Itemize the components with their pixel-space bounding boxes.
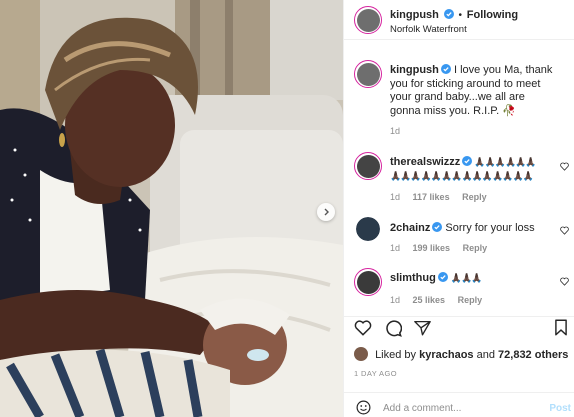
verified-badge-icon	[440, 64, 451, 74]
commenter-avatar[interactable]	[354, 268, 382, 296]
verified-badge-icon	[437, 272, 448, 282]
paper-plane-icon[interactable]	[414, 320, 431, 336]
comment-likes[interactable]: 199 likes	[413, 243, 451, 253]
following-button[interactable]: Following	[467, 9, 518, 21]
verified-badge-icon	[432, 222, 443, 232]
author-avatar[interactable]	[354, 6, 382, 34]
comment-item: 2chainz Sorry for your loss 1d 199 likes…	[344, 215, 574, 260]
comment-like-icon[interactable]	[560, 226, 569, 235]
commenter-avatar[interactable]	[356, 217, 380, 241]
reply-button[interactable]: Reply	[462, 192, 487, 202]
post-actions	[344, 316, 574, 338]
likes-connector: and	[476, 349, 495, 361]
reply-button[interactable]: Reply	[458, 295, 483, 305]
liker-avatar[interactable]	[354, 347, 368, 361]
chevron-right-icon	[324, 208, 329, 216]
comment-age: 1d	[390, 295, 401, 305]
heart-icon[interactable]	[354, 320, 372, 336]
liker-username[interactable]: kyrachaos	[419, 349, 473, 361]
post-photo[interactable]	[0, 0, 343, 417]
caption-emoji: 🥀	[502, 104, 517, 117]
commenter-username[interactable]: therealswizzz	[390, 156, 460, 168]
verified-badge-icon	[443, 9, 454, 19]
bookmark-icon[interactable]	[554, 319, 568, 336]
author-username[interactable]: kingpush	[390, 9, 439, 21]
likes-summary: Liked by kyrachaos and 72,832 others	[354, 347, 568, 361]
comment-text: 🙏🏿🙏🏿🙏🏿	[450, 273, 483, 283]
comment-item: therealswizzz 🙏🏿🙏🏿🙏🏿🙏🏿🙏🏿🙏🏿🙏🏿🙏🏿🙏🏿🙏🏿🙏🏿🙏🏿🙏🏿…	[344, 150, 574, 205]
comment-like-icon[interactable]	[560, 162, 569, 171]
comment-likes[interactable]: 25 likes	[413, 295, 446, 305]
caption-age: 1d	[390, 126, 401, 136]
caption: kingpush I love you Ma, thank you for st…	[344, 52, 574, 142]
commenter-username[interactable]: 2chainz	[390, 222, 430, 234]
likes-count[interactable]: 72,832 others	[498, 349, 568, 361]
add-comment-bar: Add a comment... Post	[344, 392, 574, 417]
post-side-panel: kingpush • Following Norfolk Waterfront …	[343, 0, 574, 417]
caption-username[interactable]: kingpush	[390, 64, 439, 76]
separator-dot: •	[458, 10, 462, 21]
comment-age: 1d	[390, 192, 401, 202]
post-comment-button[interactable]: Post	[549, 403, 571, 414]
comment-text: Sorry for your loss	[445, 222, 535, 234]
verified-badge-icon	[462, 156, 473, 166]
comment-age: 1d	[390, 243, 401, 253]
post-header: kingpush • Following Norfolk Waterfront	[344, 0, 574, 40]
post-timestamp[interactable]: 1 DAY AGO	[354, 369, 397, 378]
add-comment-input[interactable]: Add a comment...	[383, 403, 461, 414]
comment-likes[interactable]: 117 likes	[413, 192, 450, 202]
comment-like-icon[interactable]	[560, 277, 569, 286]
smiley-icon[interactable]	[356, 400, 371, 415]
photo-image	[0, 0, 343, 417]
caption-avatar[interactable]	[354, 60, 382, 88]
comment-item: slimthug 🙏🏿🙏🏿🙏🏿 1d 25 likes Reply	[344, 266, 574, 311]
commenter-username[interactable]: slimthug	[390, 272, 436, 284]
likes-prefix: Liked by	[375, 349, 417, 361]
comment-icon[interactable]	[384, 319, 402, 337]
commenter-avatar[interactable]	[354, 152, 382, 180]
carousel-next-button[interactable]	[317, 203, 335, 221]
post-location[interactable]: Norfolk Waterfront	[390, 24, 467, 35]
reply-button[interactable]: Reply	[463, 243, 488, 253]
